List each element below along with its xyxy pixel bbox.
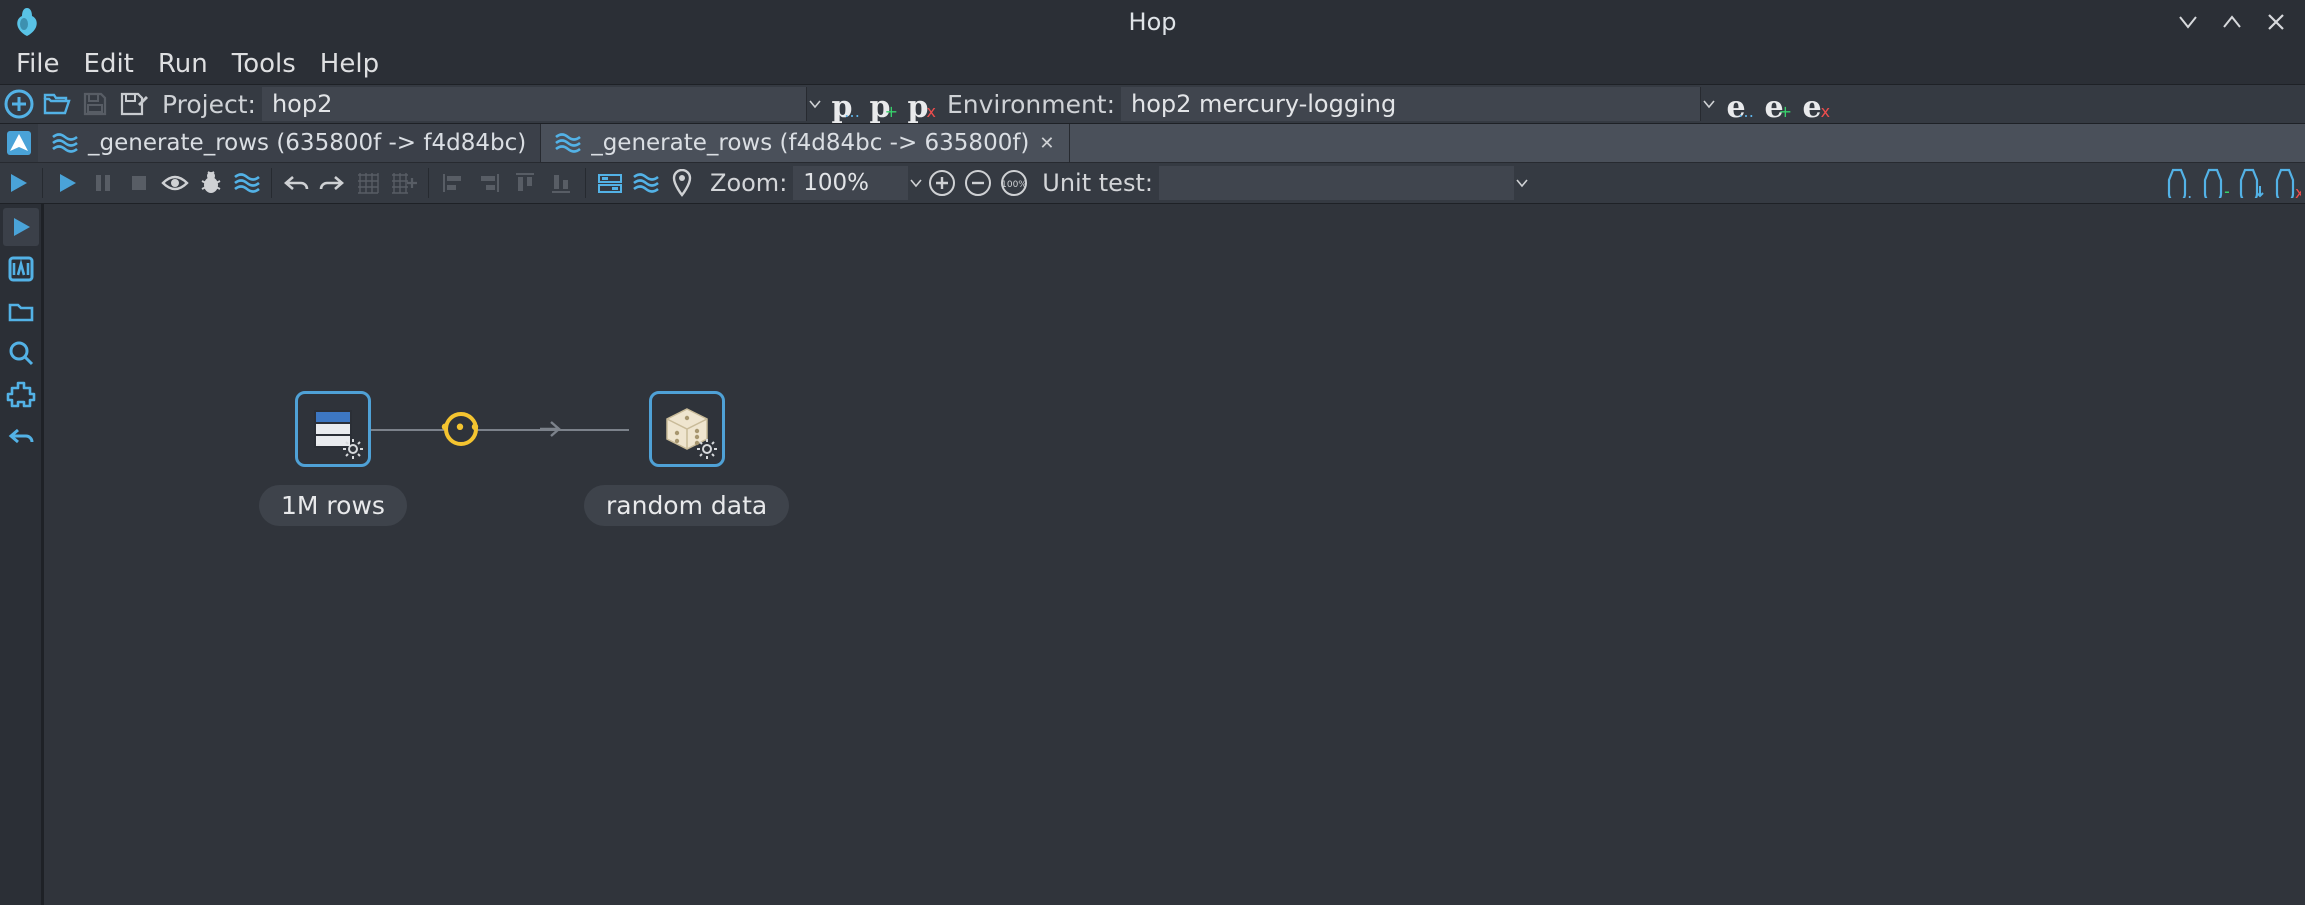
gear-icon bbox=[342, 438, 364, 460]
run-main-button[interactable] bbox=[0, 165, 36, 201]
environment-edit-button[interactable]: e… bbox=[1717, 85, 1755, 123]
pipeline-button[interactable] bbox=[229, 165, 265, 201]
run-button[interactable] bbox=[49, 165, 85, 201]
node-2-label: random data bbox=[584, 485, 789, 526]
project-select[interactable]: hop2 bbox=[262, 87, 807, 121]
rail-search-button[interactable] bbox=[3, 334, 39, 372]
align-top-button[interactable] bbox=[507, 165, 543, 201]
rail-plugins-button[interactable] bbox=[3, 376, 39, 414]
zoom-in-button[interactable] bbox=[924, 165, 960, 201]
pipeline-icon bbox=[555, 132, 581, 154]
svg-text:+: + bbox=[2223, 182, 2229, 198]
test-delete-button[interactable]: x bbox=[2269, 165, 2305, 201]
menu-run[interactable]: Run bbox=[148, 47, 218, 81]
snap-grid-plus-button[interactable] bbox=[386, 165, 422, 201]
node-random-data[interactable]: random data bbox=[584, 391, 789, 526]
save-button[interactable] bbox=[76, 85, 114, 123]
environment-select[interactable]: hop2 mercury-logging bbox=[1121, 87, 1701, 121]
svg-text:x: x bbox=[2295, 183, 2301, 198]
rail-run-button[interactable] bbox=[3, 208, 39, 246]
zoom-value[interactable]: 100% bbox=[793, 166, 908, 200]
snap-grid-button[interactable] bbox=[350, 165, 386, 201]
project-toolbar: Project: hop2 p… p+ px Environment: hop2… bbox=[0, 84, 2305, 124]
file-tab-1[interactable]: _generate_rows (635800f -> f4d84bc) bbox=[38, 124, 541, 162]
menu-help[interactable]: Help bbox=[310, 47, 389, 81]
project-delete-button[interactable]: px bbox=[899, 85, 937, 123]
zoom-out-button[interactable] bbox=[960, 165, 996, 201]
align-left-button[interactable] bbox=[435, 165, 471, 201]
hop-badge-icon[interactable]: ••• bbox=[444, 412, 478, 446]
project-add-button[interactable]: p+ bbox=[861, 85, 899, 123]
menu-tools[interactable]: Tools bbox=[222, 47, 306, 81]
environment-value: hop2 mercury-logging bbox=[1131, 90, 1396, 118]
node-1m-rows[interactable]: 1M rows bbox=[259, 391, 407, 526]
debug-button[interactable] bbox=[193, 165, 229, 201]
file-tabs: _generate_rows (635800f -> f4d84bc) _gen… bbox=[0, 124, 2305, 162]
open-button[interactable] bbox=[38, 85, 76, 123]
tab-strip bbox=[1070, 124, 2305, 162]
close-button[interactable] bbox=[2265, 11, 2287, 33]
zoom-dropdown-icon[interactable] bbox=[908, 178, 924, 188]
tab-close-icon[interactable]: ✕ bbox=[1039, 133, 1054, 154]
file-tab-2[interactable]: _generate_rows (f4d84bc -> 635800f) ✕ bbox=[541, 124, 1069, 162]
svg-text:…: … bbox=[2187, 183, 2193, 198]
rail-metadata-button[interactable] bbox=[3, 250, 39, 288]
pause-button bbox=[85, 165, 121, 201]
svg-text:100%: 100% bbox=[1001, 180, 1027, 190]
menu-bar: File Edit Run Tools Help bbox=[0, 44, 2305, 84]
align-right-button[interactable] bbox=[471, 165, 507, 201]
menu-edit[interactable]: Edit bbox=[74, 47, 144, 81]
distribute-v-button[interactable] bbox=[628, 165, 664, 201]
navigate-tab[interactable] bbox=[0, 124, 38, 162]
environment-dropdown-icon[interactable] bbox=[1701, 99, 1717, 109]
rail-explorer-button[interactable] bbox=[3, 292, 39, 330]
environment-label: Environment: bbox=[947, 90, 1115, 119]
environment-add-button[interactable]: e+ bbox=[1755, 85, 1793, 123]
environment-delete-button[interactable]: ex bbox=[1793, 85, 1831, 123]
location-button[interactable] bbox=[664, 165, 700, 201]
file-tab-1-label: _generate_rows (635800f -> f4d84bc) bbox=[88, 130, 526, 156]
test-add-button[interactable]: + bbox=[2197, 165, 2233, 201]
rail-undo-button[interactable] bbox=[3, 418, 39, 456]
pipeline-icon bbox=[52, 132, 78, 154]
unit-test-dropdown-icon[interactable] bbox=[1514, 178, 1530, 188]
file-tab-2-label: _generate_rows (f4d84bc -> 635800f) bbox=[591, 130, 1029, 156]
redo-button[interactable] bbox=[314, 165, 350, 201]
project-value: hop2 bbox=[272, 90, 332, 118]
unit-test-label: Unit test: bbox=[1042, 169, 1153, 197]
gear-icon bbox=[696, 438, 718, 460]
left-rail bbox=[0, 204, 42, 905]
test-edit-button[interactable]: … bbox=[2161, 165, 2197, 201]
project-edit-button[interactable]: p… bbox=[823, 85, 861, 123]
canvas[interactable]: ••• 1M rows bbox=[42, 204, 2305, 905]
random-data-icon bbox=[649, 391, 725, 467]
zoom-100-button[interactable]: 100% bbox=[996, 165, 1032, 201]
zoom-label: Zoom: bbox=[710, 169, 787, 197]
preview-button[interactable] bbox=[157, 165, 193, 201]
unit-test-select[interactable] bbox=[1159, 166, 1514, 200]
stop-button bbox=[121, 165, 157, 201]
window-title: Hop bbox=[0, 8, 2305, 36]
window-controls bbox=[2177, 11, 2287, 33]
align-bottom-button[interactable] bbox=[543, 165, 579, 201]
distribute-h-button[interactable] bbox=[592, 165, 628, 201]
main-area: ••• 1M rows bbox=[0, 204, 2305, 905]
generate-rows-icon bbox=[295, 391, 371, 467]
project-label: Project: bbox=[162, 90, 256, 119]
test-download-button[interactable] bbox=[2233, 165, 2269, 201]
title-bar: Hop bbox=[0, 0, 2305, 44]
project-dropdown-icon[interactable] bbox=[807, 99, 823, 109]
undo-button[interactable] bbox=[278, 165, 314, 201]
minimize-button[interactable] bbox=[2177, 11, 2199, 33]
new-button[interactable] bbox=[0, 85, 38, 123]
maximize-button[interactable] bbox=[2221, 11, 2243, 33]
app-icon bbox=[12, 6, 42, 38]
node-1-label: 1M rows bbox=[259, 485, 407, 526]
save-as-button[interactable] bbox=[114, 85, 152, 123]
menu-file[interactable]: File bbox=[6, 47, 70, 81]
hop-arrow-icon bbox=[539, 420, 563, 438]
canvas-toolbar: Zoom: 100% 100% Unit test: … + x bbox=[0, 162, 2305, 204]
